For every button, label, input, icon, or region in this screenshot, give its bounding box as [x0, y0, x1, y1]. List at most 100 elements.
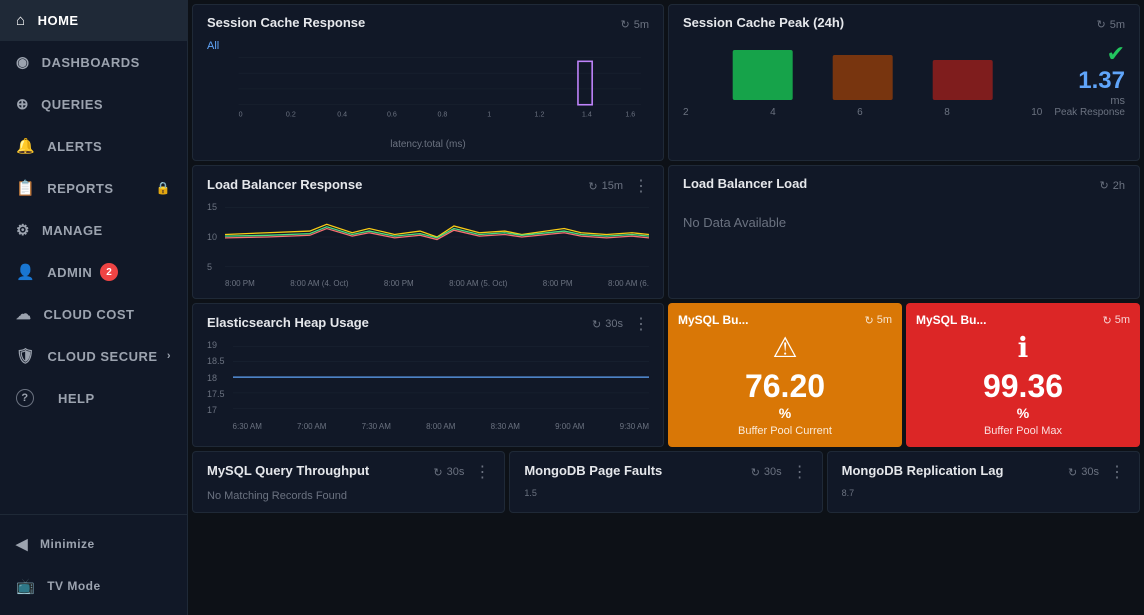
minimize-icon: ◀	[16, 535, 28, 553]
peak-sub: Peak Response	[1054, 107, 1125, 118]
sidebar-item-admin[interactable]: 👤 ADMIN 2	[0, 251, 187, 293]
refresh-icon-4[interactable]: ↻	[1100, 179, 1109, 192]
mysql-query-throughput-card: MySQL Query Throughput ↻ 30s ⋮ No Matchi…	[192, 451, 505, 513]
row-2: Load Balancer Response ↻ 15m ⋮ 15 10 5	[192, 165, 1140, 299]
sidebar-item-cloud-secure[interactable]: 🛡 CLOUD SECURE ›	[0, 335, 187, 377]
sidebar-item-tv-mode[interactable]: 📺 TV Mode	[0, 565, 187, 607]
svg-text:1.4: 1.4	[582, 111, 592, 119]
refresh-icon-2[interactable]: ↻	[1097, 18, 1106, 31]
check-icon: ✔	[1107, 41, 1125, 67]
mongodb-page-title: MongoDB Page Faults	[524, 463, 662, 478]
elasticsearch-heap-card: Elasticsearch Heap Usage ↻ 30s ⋮ 19 18.5…	[192, 303, 664, 447]
mysql-current-value: 76.20	[745, 368, 825, 405]
session-cache-svg: 0 0.2 0.4 0.6 0.8 1 1.2 1.4 1.6	[207, 40, 649, 130]
heap-title: Elasticsearch Heap Usage	[207, 315, 369, 330]
sidebar-item-home[interactable]: ⌂ HOME	[0, 0, 187, 41]
peak-bars-area: 2 4 6 8 10	[683, 40, 1042, 118]
row-4: MySQL Query Throughput ↻ 30s ⋮ No Matchi…	[192, 451, 1140, 513]
svg-text:1.2: 1.2	[535, 111, 545, 119]
session-cache-peak-refresh: ↻ 5m	[1097, 18, 1126, 31]
queries-icon: ⊕	[16, 95, 29, 113]
heap-y-labels: 19 18.5 18 17.5 17	[207, 340, 229, 415]
sidebar-item-alerts[interactable]: 🔔 ALERTS	[0, 125, 187, 167]
lb-load-title: Load Balancer Load	[683, 176, 807, 191]
lb-svg-container: 8:00 PM 8:00 AM (4. Oct) 8:00 PM 8:00 AM…	[225, 202, 649, 288]
lb-svg	[225, 202, 649, 272]
heap-chart-area: 19 18.5 18 17.5 17	[207, 340, 649, 431]
mongodb-page-faults-card: MongoDB Page Faults ↻ 30s ⋮ 1.5	[509, 451, 822, 513]
row-1: Session Cache Response ↻ 5m All 0 0.2	[192, 4, 1140, 161]
sidebar-item-queries[interactable]: ⊕ QUERIES	[0, 83, 187, 125]
mongodb-page-header: MongoDB Page Faults ↻ 30s ⋮	[524, 462, 807, 482]
mysql-buffer-cards: MySQL Bu... ↻ 5m ⚠ 76.20 % Buffer Pool C…	[668, 303, 1140, 447]
alerts-icon: 🔔	[16, 137, 35, 155]
mysql-current-sub: Buffer Pool Current	[738, 425, 832, 437]
admin-icon: 👤	[16, 263, 35, 281]
mysql-max-sub: Buffer Pool Max	[984, 425, 1062, 437]
sidebar-item-manage[interactable]: ⚙ MANAGE	[0, 209, 187, 251]
mysql-query-title: MySQL Query Throughput	[207, 463, 369, 478]
mongodb-page-y-start: 1.5	[524, 488, 807, 498]
mongodb-replication-card: MongoDB Replication Lag ↻ 30s ⋮ 8.7	[827, 451, 1140, 513]
lock-icon: 🔒	[156, 181, 171, 195]
lb-chart-area: 15 10 5 8:00 PM	[207, 202, 649, 288]
svg-text:0.8: 0.8	[437, 111, 447, 119]
session-cache-response-header: Session Cache Response ↻ 5m	[207, 15, 649, 34]
mongodb-replication-menu[interactable]: ⋮	[1109, 462, 1125, 482]
load-balancer-load-card: Load Balancer Load ↻ 2h No Data Availabl…	[668, 165, 1140, 299]
mysql-max-refresh: ↻ 5m	[1103, 314, 1131, 327]
sidebar-item-minimize[interactable]: ◀ Minimize	[0, 523, 187, 565]
session-cache-response-refresh: ↻ 5m	[621, 18, 650, 31]
lb-load-refresh: ↻ 2h	[1100, 179, 1125, 192]
refresh-icon-9[interactable]: ↻	[751, 466, 760, 479]
mysql-max-value: 99.36	[983, 368, 1063, 405]
sidebar-item-help[interactable]: ? HELP	[0, 377, 187, 419]
mysql-current-title: MySQL Bu...	[678, 313, 748, 327]
refresh-icon-3[interactable]: ↻	[588, 180, 597, 193]
cloud-secure-icon: 🛡	[16, 347, 36, 365]
mysql-query-no-records: No Matching Records Found	[207, 490, 490, 502]
tv-icon: 📺	[16, 577, 35, 595]
peak-unit: ms	[1110, 95, 1125, 107]
refresh-icon-8[interactable]: ↻	[433, 466, 442, 479]
mongodb-page-refresh: ↻ 30s	[751, 466, 782, 479]
sidebar-item-dashboards[interactable]: ◉ DASHBOARDS	[0, 41, 187, 83]
mongodb-replication-title: MongoDB Replication Lag	[842, 463, 1004, 478]
svg-text:1: 1	[487, 111, 491, 119]
home-icon: ⌂	[16, 12, 26, 29]
mysql-max-title: MySQL Bu...	[916, 313, 986, 327]
lb-response-header: Load Balancer Response ↻ 15m ⋮	[207, 176, 649, 196]
svg-text:0: 0	[239, 111, 243, 119]
session-cache-peak-card: Session Cache Peak (24h) ↻ 5m 2 4	[668, 4, 1140, 161]
peak-value: 1.37	[1078, 67, 1125, 95]
refresh-icon-6[interactable]: ↻	[865, 314, 874, 327]
mongodb-replication-refresh: ↻ 30s	[1068, 466, 1099, 479]
reports-icon: 📋	[16, 179, 35, 197]
lb-x-axis: 8:00 PM 8:00 AM (4. Oct) 8:00 PM 8:00 AM…	[225, 279, 649, 288]
session-cache-peak-header: Session Cache Peak (24h) ↻ 5m	[683, 15, 1125, 34]
sidebar: ⌂ HOME ◉ DASHBOARDS ⊕ QUERIES 🔔 ALERTS 📋…	[0, 0, 188, 615]
refresh-icon[interactable]: ↻	[621, 18, 630, 31]
mysql-buffer-current-card: MySQL Bu... ↻ 5m ⚠ 76.20 % Buffer Pool C…	[668, 303, 902, 447]
refresh-icon-5[interactable]: ↻	[592, 318, 601, 331]
refresh-icon-10[interactable]: ↻	[1068, 466, 1077, 479]
sidebar-item-cloud-cost[interactable]: ☁ CLOUD COST	[0, 293, 187, 335]
refresh-icon-7[interactable]: ↻	[1103, 314, 1112, 327]
cloud-cost-icon: ☁	[16, 305, 32, 323]
heap-svg	[233, 340, 649, 415]
peak-axis: 2 4 6 8 10	[683, 107, 1042, 118]
mongodb-page-menu[interactable]: ⋮	[792, 462, 808, 482]
mongodb-replication-controls: ↻ 30s ⋮	[1068, 462, 1125, 482]
mysql-current-header: MySQL Bu... ↻ 5m	[678, 313, 892, 327]
lb-response-menu[interactable]: ⋮	[633, 176, 649, 196]
lb-response-refresh: ↻ 15m	[588, 180, 623, 193]
lb-y-labels: 15 10 5	[207, 202, 221, 272]
session-cache-response-title: Session Cache Response	[207, 15, 365, 30]
axis-label: latency.total (ms)	[207, 139, 649, 150]
mysql-current-refresh: ↻ 5m	[865, 314, 893, 327]
mysql-query-menu[interactable]: ⋮	[474, 462, 490, 482]
mysql-buffer-max-card: MySQL Bu... ↻ 5m ℹ 99.36 % Buffer Pool M…	[906, 303, 1140, 447]
session-cache-chart: All 0 0.2 0.4 0.6 0.8 1 1.2 1.4 1.6	[207, 40, 649, 150]
heap-menu[interactable]: ⋮	[633, 314, 649, 334]
sidebar-item-reports[interactable]: 📋 REPORTS 🔒	[0, 167, 187, 209]
